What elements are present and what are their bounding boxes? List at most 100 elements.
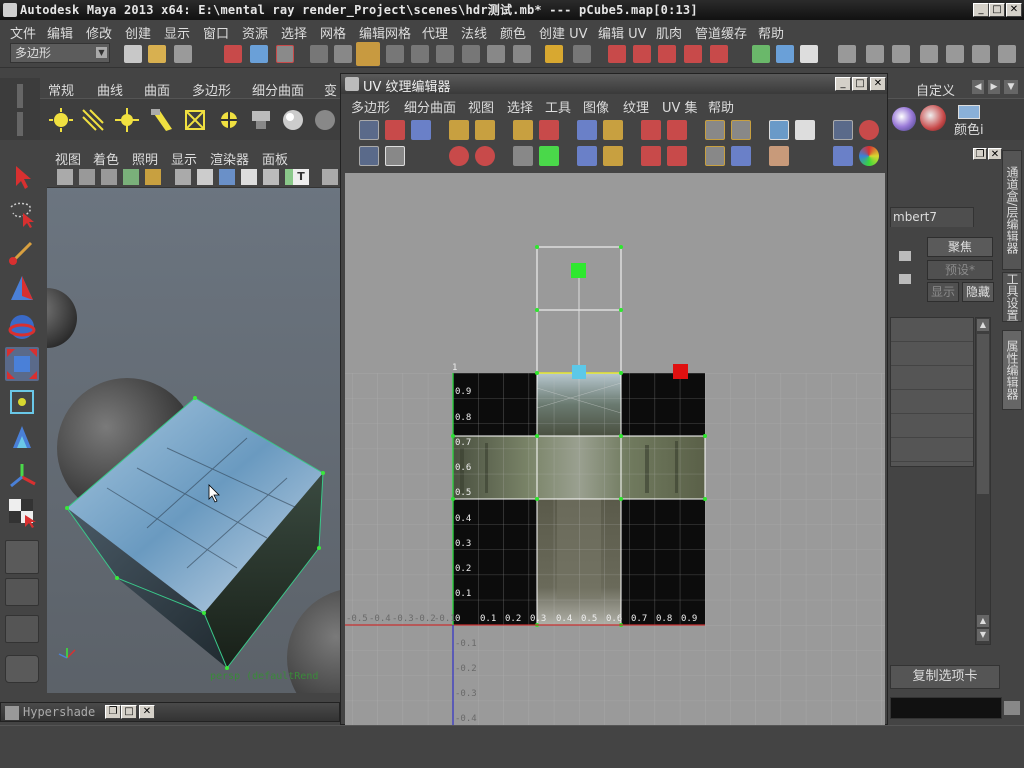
- checkerboard-icon[interactable]: [795, 120, 815, 140]
- color-set-icon[interactable]: [958, 105, 980, 119]
- cut-uv-edges-icon[interactable]: [513, 120, 533, 140]
- input-ops-icon[interactable]: [487, 45, 505, 63]
- menu-file[interactable]: 文件: [10, 23, 36, 42]
- area-light-icon[interactable]: [182, 107, 208, 133]
- tool-settings-toggle-icon[interactable]: [838, 45, 856, 63]
- snap-view-plane-icon[interactable]: [411, 45, 429, 63]
- align-v-max-icon[interactable]: [667, 146, 687, 166]
- shelf-menu-handle-icon[interactable]: [17, 84, 23, 108]
- menu-mesh[interactable]: 网格: [320, 23, 346, 42]
- attr-panel-float-button[interactable]: ❐: [973, 148, 987, 160]
- shelf-scroll-left-icon[interactable]: ◀: [972, 80, 984, 94]
- mia-material-icon[interactable]: [312, 107, 338, 133]
- shelf-menu-icon[interactable]: ▼: [1004, 80, 1018, 94]
- ipr-render-icon[interactable]: [658, 45, 676, 63]
- attribute-row[interactable]: [891, 438, 973, 462]
- uv-editor-close-button[interactable]: ✕: [870, 77, 886, 91]
- flip-v-icon[interactable]: [475, 120, 495, 140]
- attribute-row[interactable]: [891, 390, 973, 414]
- last-tool-icon[interactable]: [5, 495, 39, 529]
- rotate-uv-cw-icon[interactable]: [475, 146, 495, 166]
- layout-outliner-pane-icon[interactable]: [5, 615, 39, 643]
- point-light-icon[interactable]: [114, 107, 140, 133]
- menu-set-dropdown[interactable]: 多边形 ▼: [10, 43, 110, 63]
- outliner-icon[interactable]: [920, 45, 938, 63]
- snap-curve-icon[interactable]: [356, 42, 380, 66]
- vertical-tab-attribute-editor[interactable]: 属性编辑器: [1002, 330, 1022, 410]
- graph-editor-icon[interactable]: [946, 45, 964, 63]
- select-faces-icon[interactable]: [705, 120, 725, 140]
- hypershade-float-button[interactable]: ❐: [105, 705, 121, 719]
- paint-brush-icon[interactable]: [920, 105, 946, 131]
- hypershade-close-button[interactable]: ✕: [139, 705, 155, 719]
- shelf-scroll-right-icon[interactable]: ▶: [988, 80, 1000, 94]
- convert-to-uvs-icon[interactable]: [731, 146, 751, 166]
- close-button[interactable]: ✕: [1006, 3, 1022, 17]
- lock-selection-icon[interactable]: [310, 45, 328, 63]
- uv-smudge-tool-icon[interactable]: [411, 120, 431, 140]
- ambient-light-icon[interactable]: [48, 107, 74, 133]
- uv-menu-tools[interactable]: 工具: [545, 97, 571, 116]
- select-by-object-icon[interactable]: [250, 45, 268, 63]
- render-icon[interactable]: [633, 45, 651, 63]
- scroll-up-icon[interactable]: ▲: [977, 319, 989, 331]
- select-by-component-icon[interactable]: [276, 45, 294, 63]
- copy-tab-button[interactable]: 复制选项卡: [890, 665, 1000, 689]
- layer-editor-toggle-icon[interactable]: [892, 45, 910, 63]
- shelf-tab-custom[interactable]: 自定义: [916, 80, 955, 99]
- layout-single-pane-icon[interactable]: [5, 540, 39, 574]
- convert-to-edges-icon[interactable]: [705, 146, 725, 166]
- menu-window[interactable]: 窗口: [203, 23, 229, 42]
- lights-icon[interactable]: [241, 169, 257, 185]
- show-manipulator-icon[interactable]: [5, 460, 39, 494]
- soft-modification-icon[interactable]: [5, 422, 39, 456]
- shaded-uv-display-icon[interactable]: [769, 146, 789, 166]
- uv-menu-help[interactable]: 帮助: [708, 97, 734, 116]
- snap-grid-icon[interactable]: [334, 45, 352, 63]
- grid-icon[interactable]: [145, 169, 161, 185]
- uv-editor-title-bar[interactable]: UV 纹理编辑器 _ □ ✕: [341, 74, 887, 95]
- textured-icon[interactable]: [219, 169, 235, 185]
- history-icon[interactable]: [462, 45, 480, 63]
- rotate-uv-ccw-icon[interactable]: [449, 146, 469, 166]
- attribute-list[interactable]: [890, 317, 974, 467]
- maximize-button[interactable]: □: [989, 3, 1005, 17]
- perspective-viewport[interactable]: 视图 着色 照明 显示 渲染器 面板 T persp (defaultRend: [47, 148, 340, 693]
- hide-button[interactable]: 隐藏: [962, 282, 994, 302]
- output-connection-icon[interactable]: [899, 274, 911, 284]
- input-line-icon[interactable]: [752, 45, 770, 63]
- uv-manipulator-center-handle[interactable]: [572, 365, 586, 379]
- attribute-row[interactable]: [891, 318, 973, 342]
- minimize-button[interactable]: _: [973, 3, 989, 17]
- uv-menu-select[interactable]: 选择: [507, 97, 533, 116]
- channel-box-toggle-icon[interactable]: [866, 45, 884, 63]
- smooth-shade-icon[interactable]: [197, 169, 213, 185]
- hypershade-maximize-button[interactable]: □: [121, 705, 137, 719]
- presets-button[interactable]: 预设*: [927, 260, 993, 280]
- toggle-grid-icon[interactable]: [833, 120, 853, 140]
- lock-icon[interactable]: [545, 45, 563, 63]
- menu-help[interactable]: 帮助: [758, 23, 784, 42]
- paint-select-tool-icon[interactable]: [5, 235, 39, 269]
- uv-move-tool-icon[interactable]: [385, 120, 405, 140]
- volume-light-icon[interactable]: [216, 107, 242, 133]
- shelf-tab-polygons[interactable]: 多边形: [192, 80, 231, 99]
- uv-editor-maximize-button[interactable]: □: [852, 77, 868, 91]
- scroll-up-bottom-icon[interactable]: ▲: [977, 615, 989, 627]
- scroll-thumb[interactable]: [977, 334, 989, 494]
- uv-canvas[interactable]: 1 0.9 0.8 0.7 0.6 0.5 0.4 0.3 0.2 0.1 0 …: [345, 173, 885, 725]
- construction-history-icon[interactable]: [573, 45, 591, 63]
- spot-light-icon[interactable]: [148, 107, 174, 133]
- shelf-tab-general[interactable]: 常规: [48, 80, 74, 99]
- display-image-icon[interactable]: [769, 120, 789, 140]
- align-v-min-icon[interactable]: [641, 146, 661, 166]
- uv-menu-view[interactable]: 视图: [468, 97, 494, 116]
- hypershade-icon[interactable]: [710, 45, 728, 63]
- camera-attr-icon[interactable]: [79, 169, 95, 185]
- copy-uvs-icon[interactable]: [833, 146, 853, 166]
- rgb-channels-icon[interactable]: [859, 146, 879, 166]
- menu-select[interactable]: 选择: [281, 23, 307, 42]
- uv-editor-minimize-button[interactable]: _: [835, 77, 851, 91]
- script-editor-icon[interactable]: [1004, 701, 1020, 715]
- select-by-hierarchy-icon[interactable]: [224, 45, 242, 63]
